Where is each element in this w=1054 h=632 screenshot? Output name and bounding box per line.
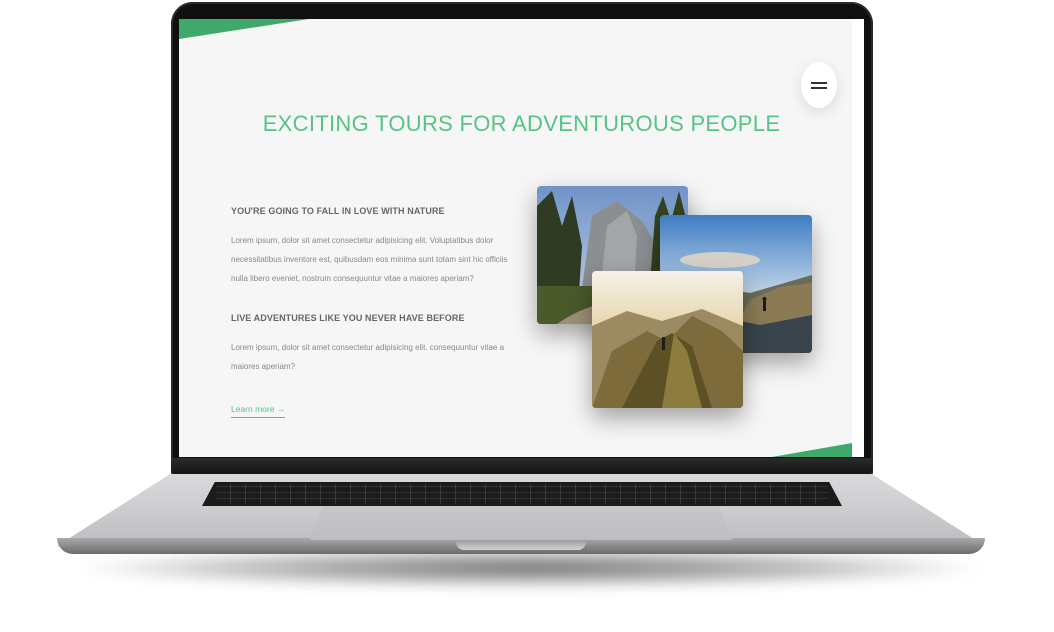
section-body-adventures: Lorem ipsum, dolor sit amet consectetur … — [231, 343, 505, 371]
laptop-lid-notch — [456, 540, 586, 550]
laptop-keyboard — [202, 482, 842, 506]
top-green-stripe — [179, 19, 309, 39]
hamburger-menu-icon — [811, 81, 827, 89]
page-right-edge — [852, 19, 864, 457]
laptop-trackpad — [310, 506, 732, 540]
menu-button[interactable] — [801, 62, 837, 108]
laptop-shadow — [80, 548, 980, 588]
learn-more-link[interactable]: Learn more → — [231, 404, 286, 418]
laptop-hinge — [171, 458, 873, 474]
page-headline: EXCITING TOURS FOR ADVENTUROUS PEOPLE — [262, 111, 781, 136]
hiker-on-mountain-ridge-photo — [592, 271, 743, 408]
website-screen: EXCITING TOURS FOR ADVENTUROUS PEOPLE YO… — [179, 19, 864, 457]
keyboard-keys — [216, 484, 828, 504]
laptop-mockup: EXCITING TOURS FOR ADVENTUROUS PEOPLE YO… — [0, 0, 1054, 632]
section-heading-nature: YOU'RE GOING TO FALL IN LOVE WITH NATURE — [231, 206, 445, 216]
section-body-nature: Lorem ipsum, dolor sit amet consectetur … — [231, 236, 508, 283]
section-heading-adventures: LIVE ADVENTURES LIKE YOU NEVER HAVE BEFO… — [231, 313, 465, 323]
bottom-green-stripe — [772, 443, 852, 457]
